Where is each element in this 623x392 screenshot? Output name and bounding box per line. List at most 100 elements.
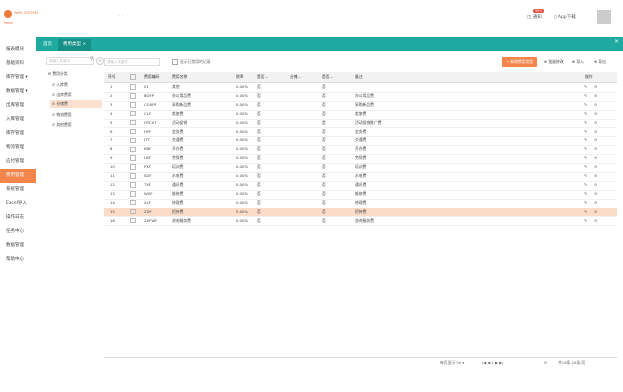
row-select[interactable]	[130, 110, 136, 119]
row-checkbox[interactable]	[130, 199, 136, 206]
row-select[interactable]	[130, 128, 136, 137]
tree-node[interactable]: ⊙ 入库费	[52, 81, 68, 89]
sidebar-item-15[interactable]: 数据管理	[0, 239, 36, 253]
edit-icon[interactable]: ✎	[584, 110, 587, 119]
row-checkbox[interactable]	[130, 102, 136, 108]
tree-root[interactable]: ⊟ 费用分类	[48, 70, 68, 78]
row-select[interactable]	[130, 208, 136, 217]
edit-icon[interactable]: ✎	[584, 83, 587, 92]
row-checkbox[interactable]	[130, 217, 136, 224]
import-button[interactable]: ⊕ 导入	[572, 57, 584, 67]
disable-icon[interactable]: ⊖	[594, 110, 597, 119]
row-checkbox[interactable]	[130, 164, 136, 170]
disable-icon[interactable]: ⊖	[594, 154, 597, 163]
show-disabled-checkbox[interactable]	[172, 59, 178, 65]
row-select[interactable]	[130, 217, 136, 226]
app-download-button[interactable]: ▯ App下载	[554, 14, 576, 20]
edit-icon[interactable]: ✎	[584, 199, 587, 208]
edit-icon[interactable]: ✎	[584, 208, 587, 217]
col-tax[interactable]: 税率	[236, 72, 244, 82]
row-checkbox[interactable]	[130, 119, 136, 126]
tab-expense-type[interactable]: 费用类型 ×	[58, 39, 92, 51]
sidebar-item-14[interactable]: 任务中心	[0, 225, 36, 239]
edit-icon[interactable]: ✎	[584, 217, 587, 226]
edit-icon[interactable]: ✎	[584, 163, 587, 172]
edit-icon[interactable]: ✎	[584, 154, 587, 163]
edit-icon[interactable]: ✎	[584, 145, 587, 154]
row-checkbox[interactable]	[130, 173, 136, 179]
sidebar-item-6[interactable]: 入库管理	[0, 113, 36, 127]
disable-icon[interactable]: ⊖	[594, 163, 597, 172]
page-nav[interactable]: |◀ ◀ 1 ▶ ▶|	[482, 360, 503, 365]
edit-icon[interactable]: ✎	[584, 119, 587, 128]
sidebar-item-12[interactable]: Excel导入	[0, 197, 36, 211]
row-checkbox[interactable]	[130, 208, 136, 215]
disable-icon[interactable]: ⊖	[594, 128, 597, 137]
sidebar-item-9[interactable]: 应付管理	[0, 155, 36, 169]
row-select[interactable]	[130, 136, 136, 145]
disable-icon[interactable]: ⊖	[594, 83, 597, 92]
col-flag-c[interactable]: 是否...	[322, 72, 333, 82]
sidebar-item-8[interactable]: 物流管理	[0, 141, 36, 155]
avatar[interactable]	[597, 10, 611, 24]
row-checkbox[interactable]	[130, 110, 136, 117]
disable-icon[interactable]: ⊖	[594, 190, 597, 199]
row-select[interactable]	[130, 92, 136, 101]
row-select[interactable]	[130, 154, 136, 163]
row-select[interactable]	[130, 172, 136, 181]
edit-icon[interactable]: ✎	[584, 181, 587, 190]
col-no[interactable]: 序号	[108, 72, 116, 82]
show-disabled-toggle[interactable]: 显示已禁用的记录	[172, 59, 210, 65]
sidebar-item-16[interactable]: 帮助中心	[0, 253, 36, 267]
row-select[interactable]	[130, 181, 136, 190]
keyword-filter-input[interactable]: 请输入关键字	[104, 58, 160, 66]
row-checkbox[interactable]	[130, 137, 136, 144]
col-code[interactable]: 费用编码	[144, 72, 159, 82]
row-select[interactable]	[130, 199, 136, 208]
col-note[interactable]: 备注	[355, 72, 363, 82]
row-select[interactable]	[130, 190, 136, 199]
select-all-checkbox[interactable]	[130, 74, 136, 80]
row-select[interactable]	[130, 83, 136, 92]
disable-icon[interactable]: ⊖	[594, 199, 597, 208]
app-logo[interactable]: WMS SYSTEM Mess	[3, 10, 41, 30]
table-row[interactable]: 16 ZXFWF 咨询服务费 0.00% 否 否 咨询服务费 ✎ ⊖	[104, 217, 617, 227]
notification-button[interactable]: ◫ 99+ 通知	[527, 9, 545, 20]
sidebar-item-1[interactable]: 报表模块	[0, 43, 36, 57]
row-checkbox[interactable]	[130, 128, 136, 135]
sidebar-item-2[interactable]: 基础资料	[0, 57, 36, 71]
disable-icon[interactable]: ⊖	[594, 217, 597, 226]
tree-node[interactable]: ⊙ 物流费用	[52, 111, 72, 119]
sidebar-item-7[interactable]: 库存管理	[0, 127, 36, 141]
row-select[interactable]	[130, 145, 136, 154]
batch-edit-button[interactable]: ⊕ 批量修改	[544, 57, 564, 67]
page-size-select[interactable]: 每页显示 50 ▾	[440, 360, 464, 366]
disable-icon[interactable]: ⊖	[594, 119, 597, 128]
row-checkbox[interactable]	[130, 191, 136, 197]
add-expense-type-button[interactable]: + 新增费用类型	[502, 57, 538, 67]
tab-home[interactable]: 首页	[38, 39, 57, 51]
edit-icon[interactable]: ✎	[584, 92, 587, 101]
edit-icon[interactable]: ✎	[584, 128, 587, 137]
sidebar-item-10[interactable]: 费用管理	[0, 169, 36, 183]
row-select[interactable]	[130, 163, 136, 172]
tree-node[interactable]: ⊙ 其他费用	[52, 121, 72, 129]
disable-icon[interactable]: ⊖	[594, 145, 597, 154]
tree-search-input[interactable]: 请输入关键字	[46, 57, 94, 65]
col-flag-b[interactable]: 分摊...	[290, 72, 301, 82]
export-button[interactable]: ⊕ 导出	[594, 57, 606, 67]
disable-icon[interactable]: ⊖	[594, 101, 597, 110]
refresh-icon[interactable]: ⟳	[544, 360, 547, 365]
sidebar-item-5[interactable]: 出库管理	[0, 99, 36, 113]
row-checkbox[interactable]	[130, 84, 136, 90]
row-select[interactable]	[130, 101, 136, 110]
edit-icon[interactable]: ✎	[584, 190, 587, 199]
sidebar-item-4[interactable]: 数据管理 ▾	[0, 85, 36, 99]
edit-icon[interactable]: ✎	[584, 172, 587, 181]
tree-node[interactable]: ⊙ 出库费用	[52, 91, 72, 99]
tree-node-selected[interactable]: ⊙ 仓储费	[50, 100, 102, 108]
disable-icon[interactable]: ⊖	[594, 92, 597, 101]
row-checkbox[interactable]	[130, 146, 136, 153]
col-select[interactable]	[130, 72, 136, 82]
row-checkbox[interactable]	[130, 93, 136, 99]
